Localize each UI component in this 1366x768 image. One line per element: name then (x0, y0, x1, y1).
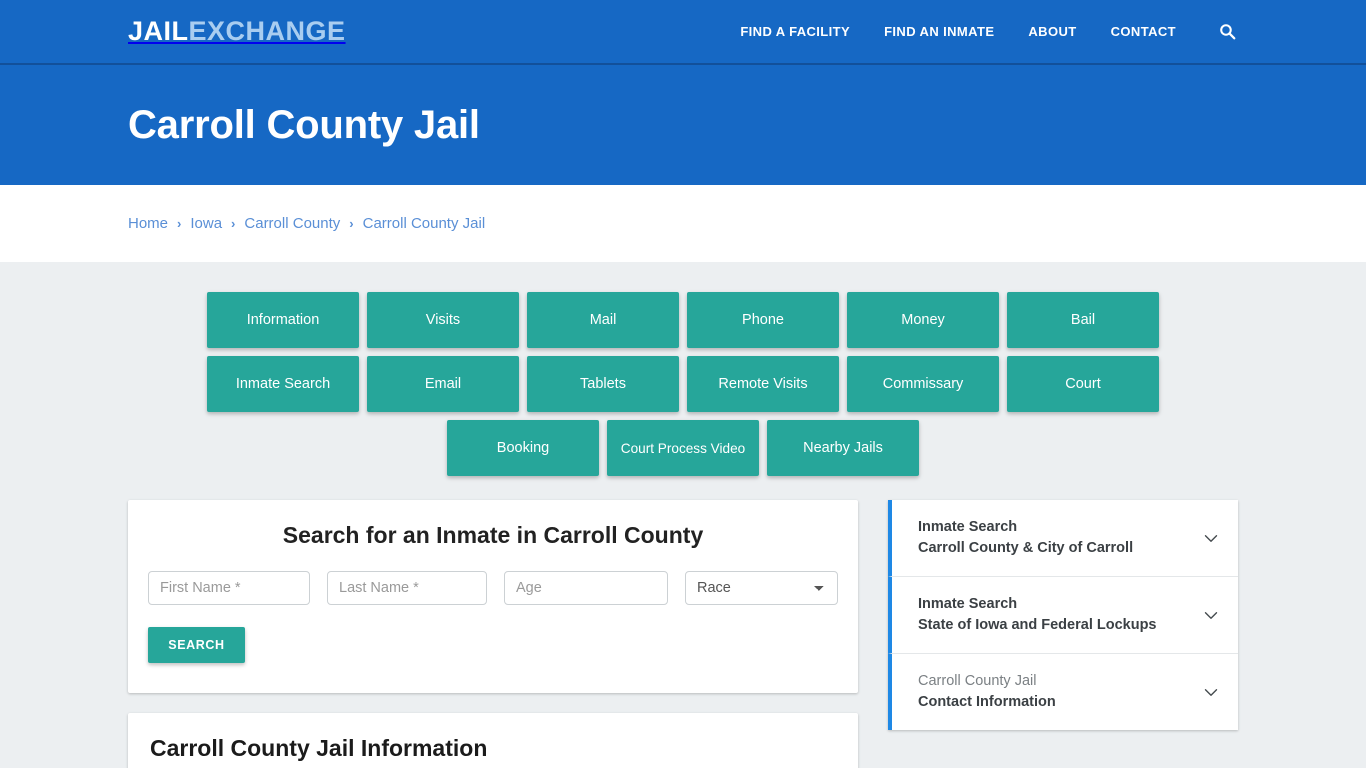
page-content: Information Visits Mail Phone Money Bail… (0, 262, 1366, 768)
accordion-item-line2: Contact Information (918, 694, 1056, 711)
section-button-nearby-jails[interactable]: Nearby Jails (767, 420, 919, 476)
chevron-down-icon[interactable] (1200, 681, 1222, 703)
last-name-input[interactable] (327, 571, 487, 605)
nav-find-a-facility[interactable]: FIND A FACILITY (740, 24, 850, 39)
accordion-item-text: Inmate Search State of Iowa and Federal … (918, 594, 1190, 636)
section-button-remote-visits[interactable]: Remote Visits (687, 356, 839, 412)
logo-text-primary: JAIL (128, 16, 189, 46)
section-button-phone[interactable]: Phone (687, 292, 839, 348)
site-header: JAILEXCHANGE FIND A FACILITY FIND AN INM… (0, 0, 1366, 65)
section-button-tablets[interactable]: Tablets (527, 356, 679, 412)
main-column: Search for an Inmate in Carroll County R… (128, 500, 858, 768)
logo-text-secondary: EXCHANGE (188, 16, 346, 46)
accordion-item-line2: Carroll County & City of Carroll (918, 540, 1134, 557)
chevron-right-icon: › (231, 216, 236, 231)
inmate-search-heading: Search for an Inmate in Carroll County (282, 522, 704, 548)
chevron-down-icon[interactable] (1200, 604, 1222, 626)
breadcrumb-band: Home › Iowa › Carroll County › Carroll C… (0, 185, 1366, 262)
section-button-email[interactable]: Email (367, 356, 519, 412)
age-input[interactable] (504, 571, 668, 605)
section-button-visits[interactable]: Visits (367, 292, 519, 348)
accordion-item-line2: State of Iowa and Federal Lockups (918, 617, 1157, 634)
accordion-item-text: Inmate Search Carroll County & City of C… (918, 517, 1190, 559)
first-name-input[interactable] (148, 571, 310, 605)
breadcrumb-item-carroll-county[interactable]: Carroll County (244, 215, 340, 232)
inmate-search-card: Search for an Inmate in Carroll County R… (128, 500, 858, 693)
accordion-item-line1: Inmate Search (918, 519, 1018, 535)
breadcrumb-item-home[interactable]: Home (128, 215, 168, 232)
section-button-money[interactable]: Money (847, 292, 999, 348)
content-columns: Search for an Inmate in Carroll County R… (128, 500, 1238, 768)
nav-contact[interactable]: CONTACT (1111, 24, 1176, 39)
search-icon[interactable] (1216, 21, 1238, 43)
breadcrumb: Home › Iowa › Carroll County › Carroll C… (128, 215, 485, 232)
hero-banner: Carroll County Jail (0, 65, 1366, 185)
jail-information-card: Carroll County Jail Information (128, 713, 858, 768)
breadcrumb-item-carroll-county-jail[interactable]: Carroll County Jail (363, 215, 486, 232)
search-submit-button[interactable]: SEARCH (148, 627, 245, 663)
chevron-right-icon: › (177, 216, 182, 231)
accordion-item-contact-information[interactable]: Carroll County Jail Contact Information (888, 654, 1238, 731)
accordion-item-inmate-search-county[interactable]: Inmate Search Carroll County & City of C… (888, 500, 1238, 578)
chevron-right-icon: › (349, 216, 354, 231)
section-button-commissary[interactable]: Commissary (847, 356, 999, 412)
section-button-mail[interactable]: Mail (527, 292, 679, 348)
accordion-item-inmate-search-state[interactable]: Inmate Search State of Iowa and Federal … (888, 577, 1238, 655)
sidebar-column: Inmate Search Carroll County & City of C… (888, 500, 1238, 731)
page-title: Carroll County Jail (128, 102, 480, 147)
site-logo[interactable]: JAILEXCHANGE (128, 18, 346, 45)
jail-information-heading: Carroll County Jail Information (150, 735, 488, 761)
chevron-down-icon[interactable] (1200, 527, 1222, 549)
nav-about[interactable]: ABOUT (1028, 24, 1076, 39)
section-button-court-process-video[interactable]: Court Process Video (607, 420, 759, 476)
facility-section-buttons: Information Visits Mail Phone Money Bail… (128, 292, 1238, 476)
accordion-item-line1: Inmate Search (918, 596, 1018, 613)
sidebar-accordion: Inmate Search Carroll County & City of C… (888, 500, 1238, 731)
section-button-information[interactable]: Information (207, 292, 359, 348)
section-button-bail[interactable]: Bail (1007, 292, 1159, 348)
accordion-item-line1: Carroll County Jail (918, 673, 1037, 690)
section-button-court[interactable]: Court (1007, 356, 1159, 412)
accordion-item-text: Carroll County Jail Contact Information (918, 671, 1190, 713)
section-button-booking[interactable]: Booking (447, 420, 599, 476)
section-button-inmate-search[interactable]: Inmate Search (207, 356, 359, 412)
race-select[interactable]: Race (685, 571, 838, 605)
breadcrumb-item-iowa[interactable]: Iowa (190, 215, 222, 232)
inmate-search-form: Race (148, 571, 838, 605)
main-navigation: FIND A FACILITY FIND AN INMATE ABOUT CON… (740, 21, 1238, 43)
nav-find-an-inmate[interactable]: FIND AN INMATE (884, 24, 994, 39)
